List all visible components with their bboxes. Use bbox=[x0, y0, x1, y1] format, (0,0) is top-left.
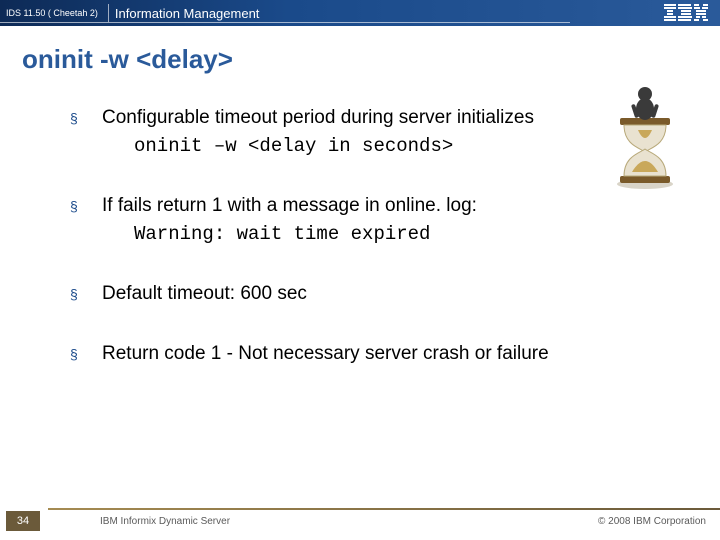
bullet-body: If fails return 1 with a message in onli… bbox=[102, 193, 670, 247]
slide-number: 34 bbox=[6, 511, 40, 531]
bullet-item: § Configurable timeout period during ser… bbox=[70, 105, 670, 159]
square-bullet-icon: § bbox=[70, 345, 80, 363]
slide-title: oninit -w <delay> bbox=[0, 26, 720, 85]
footer-copyright: © 2008 IBM Corporation bbox=[598, 516, 706, 527]
bullet-text: Return code 1 - Not necessary server cra… bbox=[102, 343, 549, 364]
bullet-body: Configurable timeout period during serve… bbox=[102, 105, 670, 159]
product-tag: IDS 11.50 ( Cheetah 2) bbox=[0, 8, 104, 18]
bullet-code: oninit –w <delay in seconds> bbox=[102, 133, 670, 159]
bullet-text: If fails return 1 with a message in onli… bbox=[102, 195, 477, 216]
slide-header: IDS 11.50 ( Cheetah 2) Information Manag… bbox=[0, 0, 720, 26]
bullet-item: § If fails return 1 with a message in on… bbox=[70, 193, 670, 247]
slide-footer: 34 IBM Informix Dynamic Server © 2008 IB… bbox=[0, 510, 720, 532]
square-bullet-icon: § bbox=[70, 285, 80, 303]
bullet-text: Configurable timeout period during serve… bbox=[102, 107, 534, 128]
ibm-logo-icon bbox=[664, 4, 708, 22]
header-section: Information Management bbox=[113, 6, 260, 21]
footer-product: IBM Informix Dynamic Server bbox=[100, 516, 230, 527]
square-bullet-icon: § bbox=[70, 109, 80, 127]
header-divider bbox=[108, 4, 109, 22]
bullet-item: § Default timeout: 600 sec bbox=[70, 281, 670, 307]
square-bullet-icon: § bbox=[70, 197, 80, 215]
footer-divider bbox=[48, 508, 720, 510]
bullet-body: Default timeout: 600 sec bbox=[102, 281, 670, 307]
bullet-text: Default timeout: 600 sec bbox=[102, 283, 307, 304]
bullet-body: Return code 1 - Not necessary server cra… bbox=[102, 341, 670, 367]
hourglass-figure-icon bbox=[610, 80, 680, 190]
bullet-code: Warning: wait time expired bbox=[102, 221, 670, 247]
bullet-item: § Return code 1 - Not necessary server c… bbox=[70, 341, 670, 367]
header-underline bbox=[0, 22, 570, 23]
